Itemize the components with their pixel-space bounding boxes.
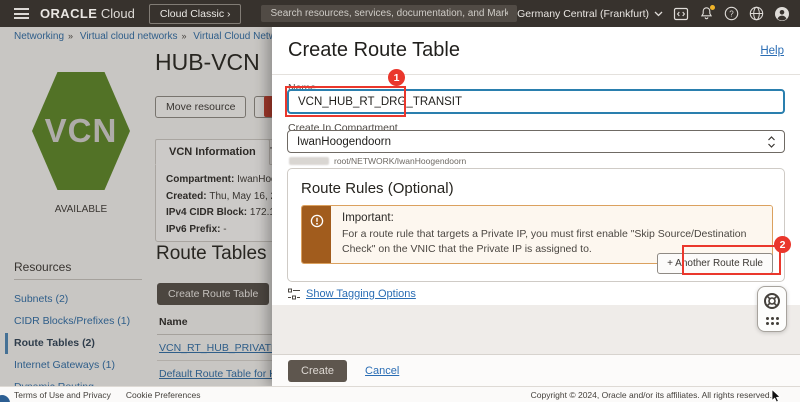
profile-avatar-icon[interactable] — [774, 6, 790, 22]
route-table-name-input[interactable] — [287, 89, 785, 114]
hamburger-menu-icon[interactable] — [14, 8, 29, 19]
redacted-tenancy-name — [289, 157, 329, 165]
compartment-path-text: root/NETWORK/IwanHoogendoorn — [334, 156, 467, 166]
create-button[interactable]: Create — [288, 359, 348, 382]
oracle-cloud-logo[interactable]: ORACLE Cloud — [40, 6, 135, 21]
show-tagging-options-row: Show Tagging Options — [288, 288, 416, 300]
warning-title: Important: — [342, 212, 394, 224]
panel-filler — [272, 305, 800, 354]
tagging-options-icon — [288, 288, 300, 300]
route-rules-section: Route Rules (Optional) Important: For a … — [287, 168, 785, 282]
top-navigation-bar: ORACLE Cloud Cloud Classic › Germany Cen… — [0, 0, 800, 27]
route-rules-title: Route Rules (Optional) — [301, 180, 454, 197]
compartment-path-helper: root/NETWORK/IwanHoogendoorn — [289, 156, 466, 166]
console-footer: Terms of Use and Privacy Cookie Preferen… — [0, 386, 800, 402]
select-chevrons-icon — [768, 136, 775, 148]
svg-text:?: ? — [729, 9, 734, 18]
warning-text: For a route rule that targets a Private … — [342, 228, 747, 255]
region-selector[interactable]: Germany Central (Frankfurt) — [517, 8, 663, 20]
create-route-table-panel: Create Route Table Help Name Create In C… — [272, 27, 800, 386]
logo-cloud: Cloud — [97, 6, 135, 21]
cookie-preferences-link[interactable]: Cookie Preferences — [126, 390, 201, 400]
logo-oracle: ORACLE — [40, 6, 98, 21]
another-route-rule-button[interactable]: + Another Route Rule — [657, 253, 773, 274]
search-input[interactable] — [261, 5, 518, 22]
language-globe-icon[interactable] — [749, 6, 764, 21]
region-label: Germany Central (Frankfurt) — [517, 7, 649, 20]
warning-icon — [310, 214, 323, 228]
warning-bar — [302, 206, 331, 264]
compartment-selected-value: IwanHoogendoorn — [297, 135, 391, 148]
divider — [272, 74, 800, 75]
chevron-down-icon — [654, 11, 663, 16]
panel-title: Create Route Table — [288, 39, 460, 61]
show-tagging-options-link[interactable]: Show Tagging Options — [306, 288, 416, 300]
apps-grid-icon — [765, 317, 779, 325]
terms-link[interactable]: Terms of Use and Privacy — [14, 390, 111, 400]
annotation-step-2: 2 — [774, 236, 791, 253]
copyright-text: Copyright © 2024, Oracle and/or its affi… — [530, 389, 772, 400]
annotation-step-1: 1 — [388, 69, 405, 86]
help-link[interactable]: Help — [760, 45, 784, 57]
lifering-icon — [764, 293, 780, 309]
cloud-classic-button[interactable]: Cloud Classic › — [148, 3, 242, 24]
modal-overlay — [0, 27, 272, 386]
notifications-bell-icon[interactable] — [699, 5, 715, 21]
compartment-select[interactable]: IwanHoogendoorn — [287, 130, 785, 153]
notification-badge — [710, 5, 715, 10]
cancel-link[interactable]: Cancel — [365, 365, 399, 377]
help-icon[interactable]: ? — [724, 6, 739, 21]
support-widget[interactable] — [757, 286, 787, 332]
developer-tools-icon[interactable] — [673, 6, 689, 22]
panel-footer: Create Cancel — [272, 354, 800, 386]
